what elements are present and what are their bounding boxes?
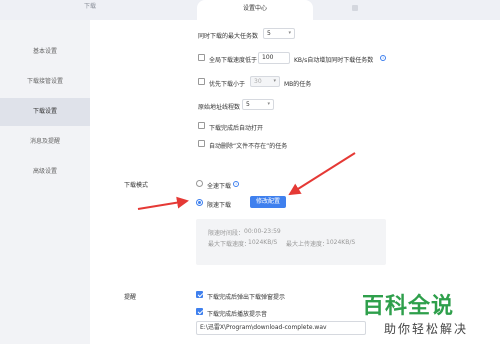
watermark: 百科全说 助你轻松解决 <box>362 282 496 342</box>
arrow-to-limited-radio <box>137 196 189 210</box>
arrow-to-edit-button <box>288 152 356 196</box>
watermark-logo: 百科全说 <box>362 294 455 319</box>
watermark-subtitle: 助你轻松解决 <box>384 322 469 336</box>
